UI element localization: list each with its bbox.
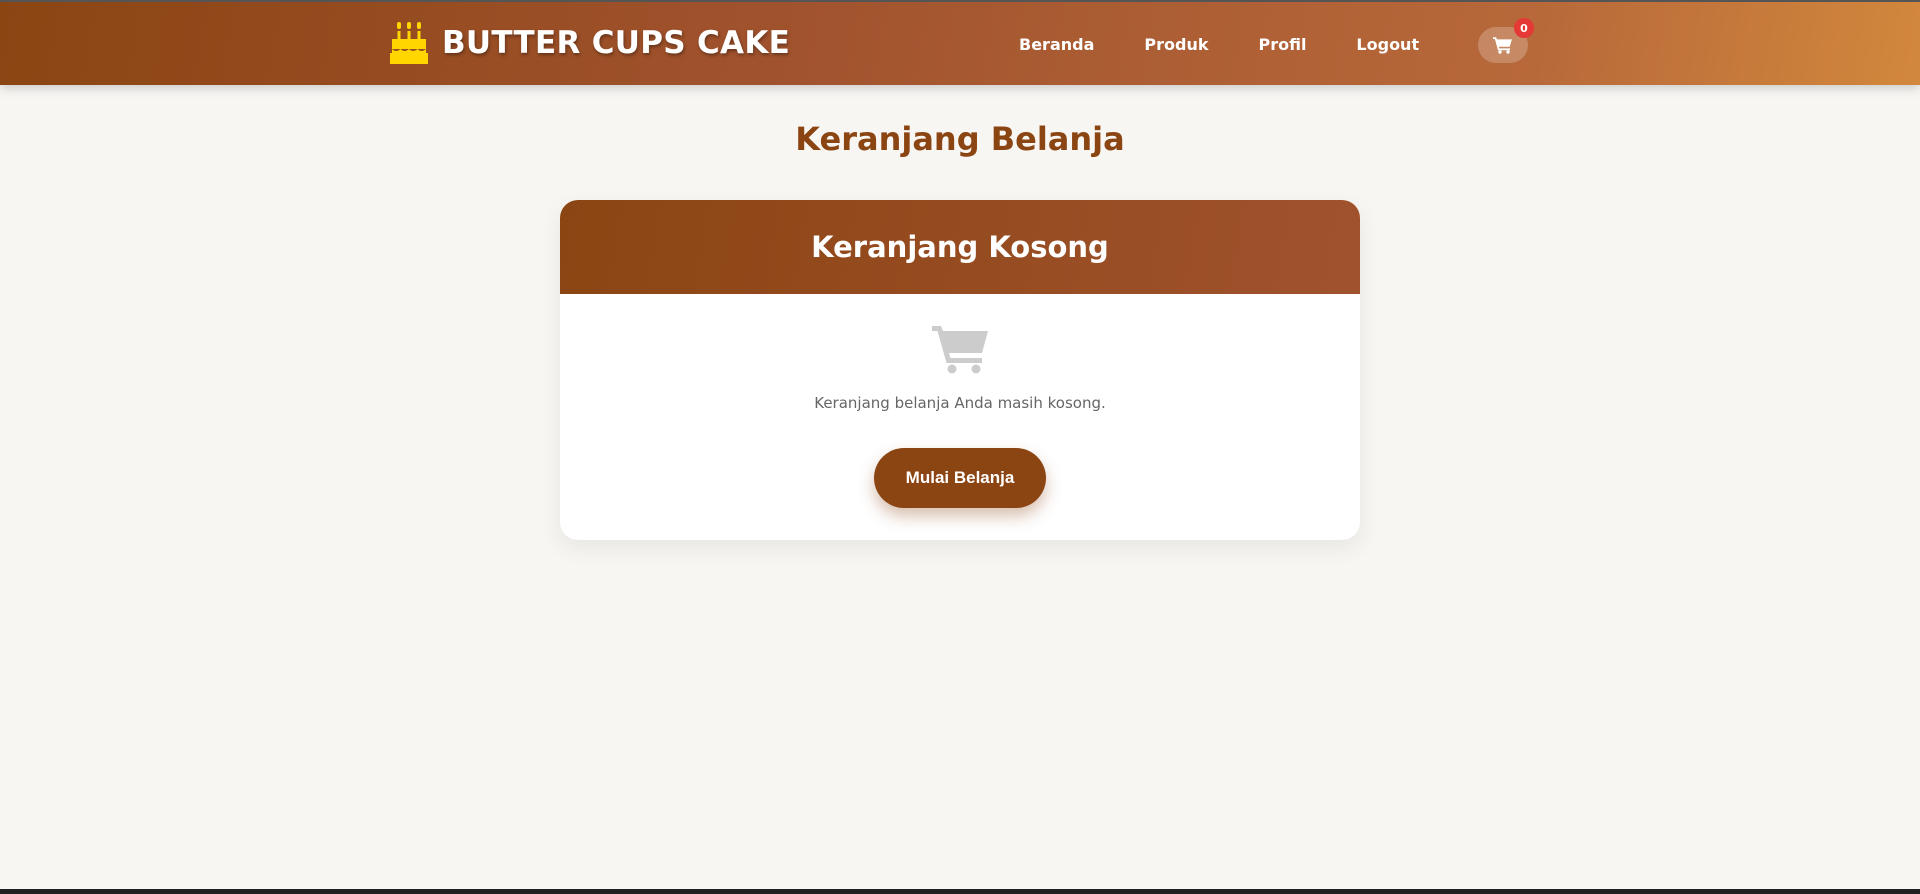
page-title: Keranjang Belanja bbox=[795, 120, 1125, 158]
empty-cart-message: Keranjang belanja Anda masih kosong. bbox=[814, 394, 1106, 412]
window-bottom-edge bbox=[0, 889, 1920, 894]
card-header: Keranjang Kosong bbox=[560, 200, 1360, 294]
nav-link-logout[interactable]: Logout bbox=[1342, 27, 1433, 62]
brand-name: BUTTER CUPS CAKE bbox=[442, 25, 791, 61]
shopping-cart-icon bbox=[932, 326, 988, 374]
card-header-title: Keranjang Kosong bbox=[811, 230, 1109, 264]
nav-link-profil[interactable]: Profil bbox=[1244, 27, 1320, 62]
top-navbar: BUTTER CUPS CAKE Beranda Produk Profil L… bbox=[0, 0, 1920, 85]
birthday-cake-icon bbox=[390, 22, 428, 64]
start-shopping-button[interactable]: Mulai Belanja bbox=[874, 448, 1046, 508]
cart-button[interactable]: 0 bbox=[1478, 18, 1534, 63]
card-body: Keranjang belanja Anda masih kosong. Mul… bbox=[560, 294, 1360, 540]
main-nav: Beranda Produk Profil Logout bbox=[1005, 2, 1455, 87]
brand-logo[interactable]: BUTTER CUPS CAKE bbox=[390, 22, 790, 64]
empty-cart-card: Keranjang Kosong Keranjang belanja Anda … bbox=[560, 200, 1360, 540]
cart-count-badge: 0 bbox=[1514, 18, 1534, 38]
nav-link-beranda[interactable]: Beranda bbox=[1005, 27, 1108, 62]
shopping-cart-icon bbox=[1493, 37, 1512, 54]
nav-link-produk[interactable]: Produk bbox=[1130, 27, 1222, 62]
